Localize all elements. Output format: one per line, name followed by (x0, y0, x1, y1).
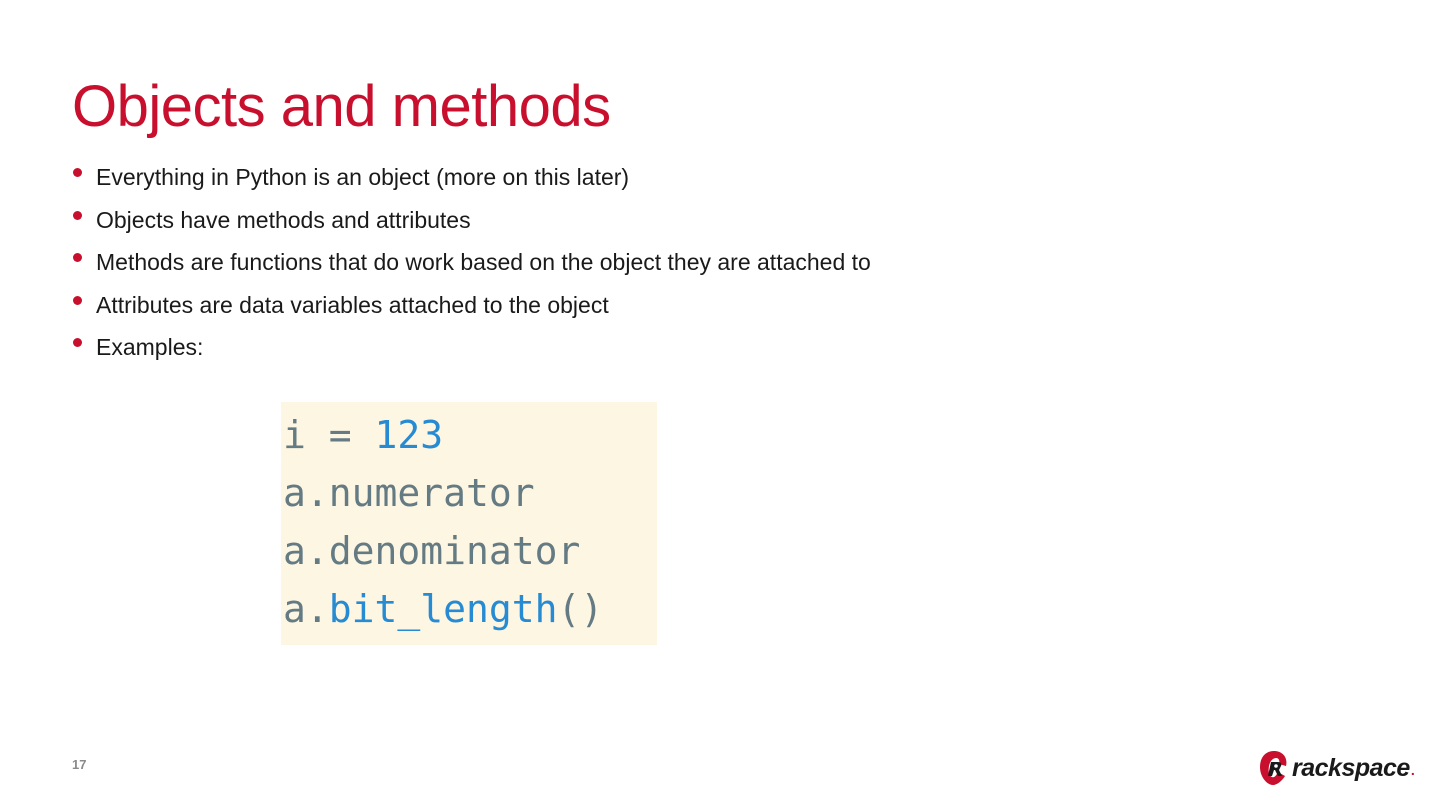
bullet-dot-icon (73, 210, 82, 220)
bullet-text: Everything in Python is an object (more … (96, 164, 630, 190)
bullet-dot-icon (73, 295, 82, 305)
code-line: a.bit_length() (283, 580, 657, 638)
logo-wordmark: rackspace (1292, 753, 1410, 782)
code-token-attribute: a.denominator (283, 529, 581, 573)
logo-trademark-dot: . (1410, 762, 1415, 778)
code-token-assignment: i = (283, 413, 375, 457)
code-line: i = 123 (283, 406, 657, 464)
slide-title: Objects and methods (72, 74, 611, 139)
bullet-dot-icon (73, 168, 82, 177)
rackspace-logo-icon (1260, 751, 1287, 785)
bullet-text: Attributes are data variables attached t… (96, 291, 609, 318)
bullet-text: Objects have methods and attributes (96, 206, 471, 233)
code-token-object: a. (283, 587, 329, 631)
bullet-list: Everything in Python is an object (more … (72, 162, 871, 375)
code-example-block: i = 123 a.numerator a.denominator a.bit_… (281, 402, 657, 645)
code-token-attribute: a.numerator (283, 471, 535, 515)
code-token-method: bit_length (328, 587, 558, 631)
code-token-number: 123 (374, 413, 444, 457)
code-token-parens: () (557, 587, 604, 631)
bullet-dot-icon (73, 338, 82, 347)
bullet-item: Objects have methods and attributes (72, 205, 871, 248)
bullet-item: Everything in Python is an object (more … (72, 162, 871, 205)
bullet-item: Examples: (72, 332, 871, 375)
rackspace-logo: rackspace . (1258, 748, 1415, 788)
bullet-item: Methods are functions that do work based… (72, 247, 871, 290)
slide: Objects and methods Everything in Python… (0, 0, 1440, 810)
bullet-dot-icon (73, 253, 82, 262)
page-number: 17 (72, 757, 87, 772)
bullet-item: Attributes are data variables attached t… (72, 290, 871, 333)
bullet-text: Examples: (96, 334, 204, 360)
code-line: a.denominator (283, 522, 657, 580)
bullet-text: Methods are functions that do work based… (96, 249, 871, 275)
code-line: a.numerator (283, 464, 657, 522)
